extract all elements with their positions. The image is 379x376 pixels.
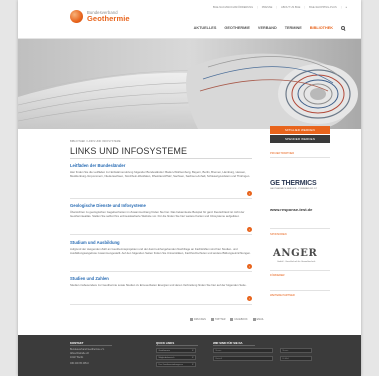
contact-form-input[interactable]: Name <box>213 348 273 353</box>
share-email[interactable]: EMAIL <box>252 318 264 321</box>
link-block-geologie: Geologische Dienste und Infosysteme Über… <box>70 203 252 235</box>
sidebar-label-partner: PROJEKTPARTNER <box>270 152 295 155</box>
topbar-separator: | <box>276 6 277 9</box>
topbar-menu-icon[interactable]: ≡ <box>345 6 347 9</box>
contact-form-input[interactable]: Betreff <box>213 356 273 361</box>
sponsor-logo-response[interactable]: www.response-test.de <box>270 207 312 212</box>
share-twitter[interactable]: TWITTER <box>210 318 226 321</box>
link-block-text: Übersichten zu geologischen Gegebenheite… <box>70 210 245 219</box>
sidebar-divider <box>270 228 330 229</box>
topbar-separator: | <box>340 6 342 9</box>
quicklinks-select[interactable]: Geothermie <box>156 348 196 353</box>
topbar-link-presse[interactable]: PRESSE <box>262 6 273 9</box>
twitter-icon <box>210 318 214 321</box>
sponsor-logo-anger[interactable]: ANGER <box>273 248 317 259</box>
contact-form-input[interactable]: E-Mail <box>280 356 312 361</box>
contact-form-input[interactable]: Name <box>280 348 312 353</box>
sidebar-divider <box>270 157 330 158</box>
share-bar: DRUCKEN TWITTER FACEBOOK EMAIL <box>190 318 264 321</box>
mail-icon <box>252 318 256 321</box>
topbar-separator: | <box>257 6 258 9</box>
search-icon[interactable] <box>341 26 345 30</box>
sponsor-logo-geothermics[interactable]: GE THERMICS <box>270 180 336 187</box>
top-utility-bar: BGE-NACHWUCHSFÖRDERUNG | PRESSE | ABOUT … <box>213 6 347 9</box>
site-header: Bundesverband Geothermie BGE-NACHWUCHSFÖ… <box>18 0 361 39</box>
nav-item-bibliothek[interactable]: BIBLIOTHEK <box>310 26 333 30</box>
share-print-label: DRUCKEN <box>194 318 206 321</box>
link-block-title[interactable]: Leitfäden der Bundesländer <box>70 163 252 168</box>
logo-big-text: Geothermie <box>87 13 130 23</box>
sidebar-divider <box>270 290 330 291</box>
main-navigation: AKTUELLES GEOTHERMIE VERBAND TERMINE BIB… <box>194 26 345 30</box>
sidebar-label-foerderer: FÖRDERER <box>270 274 285 277</box>
topbar-link-about[interactable]: ABOUT US BGE <box>281 6 300 9</box>
arrow-right-icon[interactable]: › <box>247 296 252 301</box>
block-divider <box>70 271 252 272</box>
share-facebook[interactable]: FACEBOOK <box>230 318 248 321</box>
link-block-title[interactable]: Studien und Zahlen <box>70 276 252 281</box>
quicklinks-select[interactable]: Mitgliedsbereich <box>156 355 196 360</box>
share-facebook-label: FACEBOOK <box>234 318 248 321</box>
hero-image <box>18 39 361 129</box>
become-donor-button[interactable]: SPENDER WERDEN <box>270 135 330 143</box>
link-block-text: Hier finden Sie die Leitfäden zur Erdwär… <box>70 170 251 179</box>
link-block-leitfaeden: Leitfäden der Bundesländer Hier finden S… <box>70 163 252 199</box>
share-print[interactable]: DRUCKEN <box>190 318 206 321</box>
nav-item-aktuelles[interactable]: AKTUELLES <box>194 26 217 30</box>
title-divider <box>70 158 252 159</box>
link-block-text: Aufgrund der steigenden Zahl an Geotherm… <box>70 247 251 256</box>
footer-phone[interactable]: 030 200 95 495-0 <box>70 362 89 366</box>
logo-text: Bundesverband Geothermie <box>87 10 130 23</box>
arrow-right-icon[interactable]: › <box>247 191 252 196</box>
nav-item-verband[interactable]: VERBAND <box>258 26 277 30</box>
sponsor-anger-tagline: GmbH · Gesellschaft für Umwelttechnik <box>277 261 316 263</box>
block-divider <box>70 234 252 235</box>
sidebar-divider <box>270 270 330 271</box>
footer-divider <box>70 345 112 346</box>
sidebar-label-sponsor: SPONSOREN <box>270 233 287 236</box>
arrow-right-icon[interactable]: › <box>247 264 252 269</box>
footer-divider <box>156 345 198 346</box>
quicklinks-select[interactable]: Der Geothermiekongress <box>156 362 196 367</box>
logo-mark-icon <box>70 10 83 23</box>
site-footer: KONTAKT Bundesverband Geothermie e.V. Al… <box>18 335 361 376</box>
link-block-text: Studien insbesondere zur Geothermie sowi… <box>70 283 247 287</box>
topbar-separator: | <box>304 6 306 9</box>
print-icon <box>190 318 193 321</box>
link-block-title[interactable]: Geologische Dienste und Infosysteme <box>70 203 252 208</box>
arrow-right-icon[interactable]: › <box>247 227 252 232</box>
topbar-link-nachwuchs[interactable]: BGE-NACHWUCHSFÖRDERUNG <box>213 6 253 9</box>
facebook-icon <box>230 318 234 321</box>
sponsor-geothermics-tagline: GEOTHERMICS SERVICE · POWERED BY GT <box>270 188 317 190</box>
footer-divider <box>213 345 255 346</box>
topbar-link-shopping[interactable]: BGE-SHOPPING-PLUS <box>309 6 337 9</box>
link-block-studium: Studium und Ausbildung Aufgrund der stei… <box>70 240 252 272</box>
become-member-button[interactable]: MITGLIED WERDEN <box>270 126 330 134</box>
block-divider <box>70 304 252 305</box>
hero-magazines-illustration <box>18 39 361 129</box>
page-title: LINKS UND INFOSYSTEME <box>70 146 188 156</box>
footer-address-line: 10117 Berlin <box>70 356 84 359</box>
link-block-studien: Studien und Zahlen Studien insbesondere … <box>70 276 252 305</box>
logo[interactable]: Bundesverband Geothermie <box>70 10 130 23</box>
sidebar-label-more: WEITERE PARTNER <box>270 294 295 297</box>
breadcrumb[interactable]: BIBLIOTHEK / LINKS UND INFOSYSTEME <box>70 140 121 143</box>
share-twitter-label: TWITTER <box>214 318 226 321</box>
nav-item-termine[interactable]: TERMINE <box>285 26 302 30</box>
page: Bundesverband Geothermie BGE-NACHWUCHSFÖ… <box>18 0 361 376</box>
link-block-title[interactable]: Studium und Ausbildung <box>70 240 252 245</box>
block-divider <box>70 198 252 199</box>
nav-item-geothermie[interactable]: GEOTHERMIE <box>224 26 250 30</box>
share-email-label: EMAIL <box>256 318 264 321</box>
